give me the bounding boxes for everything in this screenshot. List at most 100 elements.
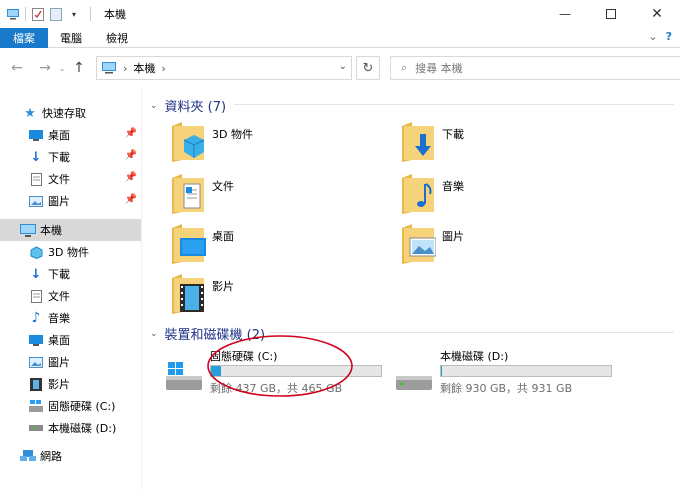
sidebar-item-downloads[interactable]: ↓ 下載 📌 (0, 146, 141, 168)
minimize-button[interactable]: — (542, 0, 588, 28)
chevron-down-icon[interactable]: ⌄ (150, 101, 158, 111)
windows-drive-icon (166, 362, 202, 390)
folder-documents[interactable]: 文件 (170, 172, 370, 220)
sidebar-item-label: 影片 (48, 378, 70, 391)
section-divider (234, 104, 674, 105)
tab-file[interactable]: 檔案 (0, 28, 48, 48)
sidebar-item-drive-c[interactable]: 固態硬碟 (C:) (0, 395, 141, 417)
separator (90, 7, 91, 21)
folder-pictures-icon (402, 224, 436, 264)
drive-c[interactable]: 固態硬碟 (C:) 剩餘 437 GB，共 465 GB (164, 348, 394, 396)
drive-d[interactable]: 本機磁碟 (D:) 剩餘 930 GB，共 931 GB (394, 348, 624, 396)
sidebar-item-label: 網路 (40, 450, 62, 463)
breadcrumb-this-pc[interactable]: 本機 (133, 60, 155, 76)
folder-name: 圖片 (442, 230, 464, 243)
help-icon[interactable]: ? (666, 30, 672, 43)
sidebar-item-downloads[interactable]: ↓ 下載 (0, 263, 141, 285)
hard-drive-icon (396, 376, 432, 390)
sidebar-item-music[interactable]: ♪ 音樂 (0, 307, 141, 329)
sidebar-item-quick-access[interactable]: ★ 快速存取 (0, 102, 141, 124)
folder-name: 影片 (212, 280, 234, 293)
music-icon: ♪ (31, 310, 41, 326)
new-folder-icon[interactable] (49, 7, 63, 21)
sidebar-item-desktop[interactable]: 桌面 📌 (0, 124, 141, 146)
breadcrumb-separator-icon[interactable]: › (123, 62, 127, 75)
search-icon: ⌕ (401, 61, 408, 74)
sidebar-item-documents[interactable]: 文件 (0, 285, 141, 307)
desktop-icon (28, 127, 44, 143)
section-title: 裝置和磁碟機 (2) (164, 328, 266, 343)
separator (25, 7, 26, 21)
folder-name: 下載 (442, 128, 464, 141)
back-button[interactable]: ← (6, 57, 28, 79)
drive-size-text: 剩餘 930 GB，共 931 GB (440, 382, 573, 395)
folder-desktop[interactable]: 桌面 (170, 222, 370, 270)
maximize-button[interactable] (588, 0, 634, 28)
drives-section-header[interactable]: ⌄ 裝置和磁碟機 (2) (150, 324, 265, 343)
folders-section-header[interactable]: ⌄ 資料夾 (7) (150, 96, 226, 115)
sidebar-item-label: 固態硬碟 (C:) (48, 400, 116, 413)
window-title: 本機 (104, 8, 126, 21)
sidebar-item-label: 3D 物件 (48, 246, 89, 259)
sidebar-item-drive-d[interactable]: 本機磁碟 (D:) (0, 417, 141, 439)
close-button[interactable]: ✕ (634, 0, 680, 28)
folder-3d-objects-icon (172, 122, 205, 162)
sidebar-item-label: 圖片 (48, 195, 70, 208)
folder-downloads[interactable]: 下載 (400, 120, 600, 168)
tab-view[interactable]: 檢視 (94, 28, 140, 48)
expand-ribbon-icon[interactable]: ⌄ (648, 30, 657, 43)
sidebar-item-label: 本機磁碟 (D:) (48, 422, 117, 435)
customize-toolbar-icon[interactable]: ▾ (67, 7, 81, 21)
section-title: 資料夾 (7) (164, 100, 227, 115)
pin-icon[interactable]: 📌 (125, 128, 137, 139)
sidebar-item-label: 桌面 (48, 129, 70, 142)
folder-name: 桌面 (212, 230, 234, 243)
sidebar-item-documents[interactable]: 文件 📌 (0, 168, 141, 190)
sidebar-item-3d-objects[interactable]: 3D 物件 (0, 241, 141, 263)
search-box[interactable]: ⌕ 搜尋 本機 (390, 56, 680, 80)
drive-usage-bar (440, 365, 612, 377)
sidebar-item-label: 文件 (48, 290, 70, 303)
title-bar: ▾ 本機 — ✕ (0, 0, 680, 28)
folder-pictures[interactable]: 圖片 (400, 222, 600, 270)
pin-icon[interactable]: 📌 (125, 172, 137, 183)
breadcrumb-separator-icon[interactable]: › (161, 62, 165, 75)
drive-usage-fill (211, 366, 222, 376)
address-bar[interactable]: › 本機 › ⌄ (96, 56, 352, 80)
folder-3d-objects[interactable]: 3D 物件 (170, 120, 370, 168)
sidebar-item-pictures[interactable]: 圖片 📌 (0, 190, 141, 212)
computer-icon[interactable] (6, 7, 20, 21)
star-icon: ★ (24, 105, 36, 121)
drive-size-text: 剩餘 437 GB，共 465 GB (210, 382, 343, 395)
section-divider (270, 332, 674, 333)
tab-computer[interactable]: 電腦 (48, 28, 94, 48)
computer-icon (20, 222, 36, 238)
sidebar-item-desktop[interactable]: 桌面 (0, 329, 141, 351)
chevron-down-icon[interactable]: ⌄ (339, 61, 347, 72)
pin-icon[interactable]: 📌 (125, 194, 137, 205)
folder-name: 3D 物件 (212, 128, 253, 141)
recent-locations-button[interactable]: ⌄ (56, 57, 68, 79)
ribbon-tabs: 檔案 電腦 檢視 ⌄ ? (0, 28, 680, 48)
forward-button[interactable]: → (34, 57, 56, 79)
sidebar-item-this-pc[interactable]: 本機 (0, 219, 141, 241)
properties-icon[interactable] (31, 7, 45, 21)
windows-drive-icon (28, 398, 44, 414)
refresh-button[interactable]: ↻ (356, 56, 380, 80)
folder-videos-icon (172, 274, 204, 314)
sidebar-item-pictures[interactable]: 圖片 (0, 351, 141, 373)
sidebar-item-network[interactable]: 網路 (0, 445, 141, 467)
folder-videos[interactable]: 影片 (170, 272, 370, 320)
pictures-icon (28, 354, 44, 370)
pin-icon[interactable]: 📌 (125, 150, 137, 161)
folder-music[interactable]: 音樂 (400, 172, 600, 220)
document-icon (28, 171, 44, 187)
film-icon (28, 376, 44, 392)
sidebar-item-videos[interactable]: 影片 (0, 373, 141, 395)
hard-drive-icon (28, 420, 44, 436)
download-icon: ↓ (30, 266, 42, 282)
computer-icon (102, 62, 116, 74)
chevron-down-icon[interactable]: ⌄ (150, 329, 158, 339)
up-button[interactable]: ↑ (68, 57, 90, 79)
sidebar-item-label: 桌面 (48, 334, 70, 347)
